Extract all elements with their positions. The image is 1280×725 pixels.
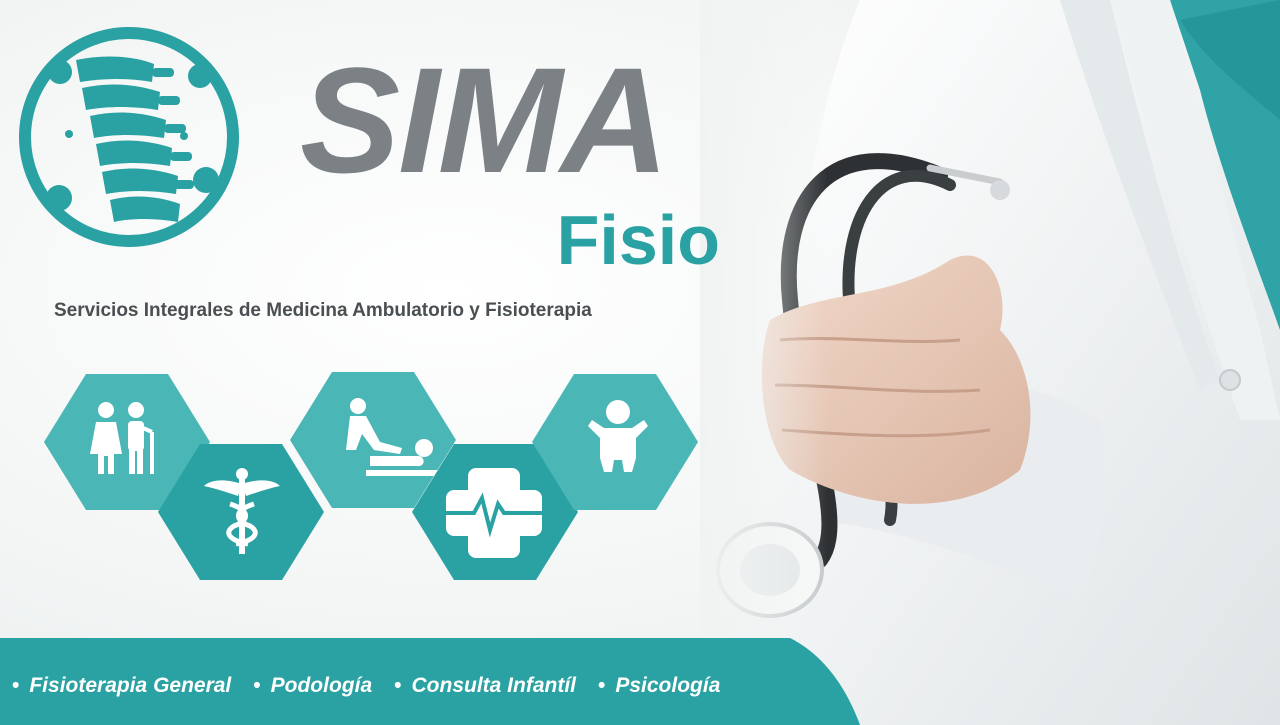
brand-subtitle: Fisio bbox=[556, 201, 720, 279]
tagline: Servicios Integrales de Medicina Ambulat… bbox=[54, 300, 592, 321]
spine-logo-icon bbox=[19, 27, 239, 247]
service-item: Consulta Infantíl bbox=[394, 674, 577, 698]
doctor-stethoscope-photo bbox=[700, 0, 1280, 725]
service-item: Podología bbox=[253, 674, 373, 698]
service-item: Fisioterapia General bbox=[12, 674, 231, 698]
service-item: Psicología bbox=[598, 674, 720, 698]
services-list: Fisioterapia General Podología Consulta … bbox=[12, 664, 832, 708]
service-hexagons bbox=[44, 372, 698, 580]
brand-title: SIMA bbox=[300, 36, 669, 204]
banner: SIMA Fisio Servicios Integrales de Medic… bbox=[0, 0, 1280, 725]
